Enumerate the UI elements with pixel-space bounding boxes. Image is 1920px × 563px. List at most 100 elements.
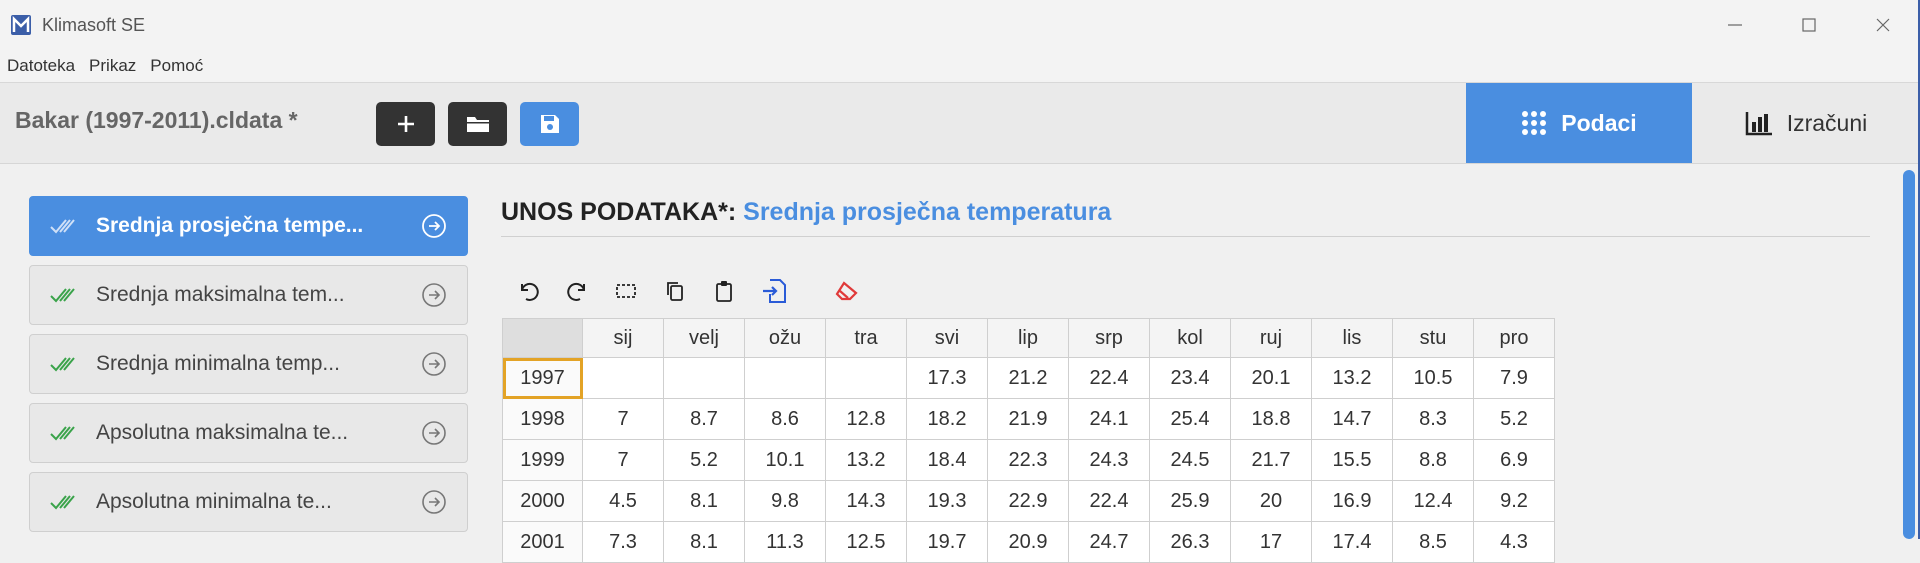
table-cell[interactable]: 7	[582, 398, 664, 440]
table-cell[interactable]	[744, 357, 826, 399]
table-cell[interactable]: 22.3	[987, 439, 1069, 481]
table-cell[interactable]: 8.3	[1392, 398, 1474, 440]
menu-datoteka[interactable]: Datoteka	[0, 56, 82, 76]
table-cell[interactable]: 22.4	[1068, 357, 1150, 399]
sidebar-item-srednja-minimalna[interactable]: Srednja minimalna temp...	[29, 334, 468, 394]
import-button[interactable]	[759, 276, 789, 306]
maximize-button[interactable]	[1772, 0, 1846, 50]
menu-pomoc[interactable]: Pomoć	[143, 56, 210, 76]
close-button[interactable]	[1846, 0, 1920, 50]
table-cell[interactable]: 14.3	[825, 480, 907, 522]
table-cell[interactable]: 5.2	[1473, 398, 1555, 440]
undo-button[interactable]	[514, 276, 544, 306]
clear-button[interactable]	[832, 276, 862, 306]
column-header[interactable]: velj	[663, 318, 745, 358]
table-cell[interactable]: 17.3	[906, 357, 988, 399]
table-cell[interactable]: 25.4	[1149, 398, 1231, 440]
table-cell[interactable]: 12.4	[1392, 480, 1474, 522]
table-cell[interactable]: 21.9	[987, 398, 1069, 440]
table-cell[interactable]: 18.2	[906, 398, 988, 440]
column-header[interactable]: pro	[1473, 318, 1555, 358]
table-cell[interactable]: 7	[582, 439, 664, 481]
table-cell[interactable]: 8.5	[1392, 521, 1474, 563]
column-header[interactable]: tra	[825, 318, 907, 358]
row-year-cell[interactable]: 2000	[502, 480, 583, 522]
table-cell[interactable]: 11.3	[744, 521, 826, 563]
table-cell[interactable]: 8.8	[1392, 439, 1474, 481]
table-cell[interactable]: 13.2	[1311, 357, 1393, 399]
open-file-button[interactable]	[448, 102, 507, 146]
redo-button[interactable]	[562, 276, 592, 306]
table-cell[interactable]: 17	[1230, 521, 1312, 563]
table-cell[interactable]: 18.8	[1230, 398, 1312, 440]
column-header[interactable]: ruj	[1230, 318, 1312, 358]
sidebar-item-apsolutna-minimalna[interactable]: Apsolutna minimalna te...	[29, 472, 468, 532]
copy-button[interactable]	[660, 276, 690, 306]
column-header[interactable]: svi	[906, 318, 988, 358]
table-cell[interactable]: 19.3	[906, 480, 988, 522]
column-header[interactable]: kol	[1149, 318, 1231, 358]
table-cell[interactable]: 4.5	[582, 480, 664, 522]
table-cell[interactable]: 4.3	[1473, 521, 1555, 563]
column-header[interactable]: lis	[1311, 318, 1393, 358]
column-header[interactable]: lip	[987, 318, 1069, 358]
table-cell[interactable]: 8.1	[663, 521, 745, 563]
table-cell[interactable]: 18.4	[906, 439, 988, 481]
table-cell[interactable]: 26.3	[1149, 521, 1231, 563]
table-cell[interactable]: 12.8	[825, 398, 907, 440]
row-year-cell[interactable]: 1999	[502, 439, 583, 481]
select-all-button[interactable]	[611, 276, 641, 306]
tab-izracuni[interactable]: Izračuni	[1692, 83, 1920, 163]
table-cell[interactable]: 8.7	[663, 398, 745, 440]
table-cell[interactable]: 13.2	[825, 439, 907, 481]
table-cell[interactable]: 10.5	[1392, 357, 1474, 399]
row-year-cell[interactable]: 2001	[502, 521, 583, 563]
table-cell[interactable]: 14.7	[1311, 398, 1393, 440]
table-cell[interactable]: 15.5	[1311, 439, 1393, 481]
table-cell[interactable]: 19.7	[906, 521, 988, 563]
sidebar-item-srednja-maksimalna[interactable]: Srednja maksimalna tem...	[29, 265, 468, 325]
table-cell[interactable]: 17.4	[1311, 521, 1393, 563]
table-cell[interactable]: 20	[1230, 480, 1312, 522]
table-cell[interactable]: 10.1	[744, 439, 826, 481]
table-cell[interactable]: 16.9	[1311, 480, 1393, 522]
sidebar-item-apsolutna-maksimalna[interactable]: Apsolutna maksimalna te...	[29, 403, 468, 463]
table-cell[interactable]: 12.5	[825, 521, 907, 563]
table-cell[interactable]: 22.4	[1068, 480, 1150, 522]
minimize-button[interactable]	[1698, 0, 1772, 50]
table-cell[interactable]: 8.6	[744, 398, 826, 440]
vertical-scrollbar[interactable]	[1903, 170, 1915, 539]
grid-corner[interactable]	[502, 318, 583, 358]
row-year-cell[interactable]: 1997	[502, 357, 583, 399]
table-cell[interactable]: 9.8	[744, 480, 826, 522]
table-cell[interactable]: 5.2	[663, 439, 745, 481]
sidebar-item-srednja-prosjecna[interactable]: Srednja prosječna tempe...	[29, 196, 468, 256]
table-cell[interactable]: 24.3	[1068, 439, 1150, 481]
menu-prikaz[interactable]: Prikaz	[82, 56, 143, 76]
new-file-button[interactable]	[376, 102, 435, 146]
table-cell[interactable]	[582, 357, 664, 399]
column-header[interactable]: srp	[1068, 318, 1150, 358]
column-header[interactable]: ožu	[744, 318, 826, 358]
tab-podaci[interactable]: Podaci	[1466, 83, 1692, 163]
column-header[interactable]: sij	[582, 318, 664, 358]
table-cell[interactable]: 9.2	[1473, 480, 1555, 522]
table-cell[interactable]: 24.1	[1068, 398, 1150, 440]
table-cell[interactable]	[663, 357, 745, 399]
table-cell[interactable]: 20.1	[1230, 357, 1312, 399]
table-cell[interactable]: 21.2	[987, 357, 1069, 399]
table-cell[interactable]: 24.7	[1068, 521, 1150, 563]
column-header[interactable]: stu	[1392, 318, 1474, 358]
paste-button[interactable]	[709, 276, 739, 306]
table-cell[interactable]: 25.9	[1149, 480, 1231, 522]
table-cell[interactable]: 22.9	[987, 480, 1069, 522]
table-cell[interactable]: 21.7	[1230, 439, 1312, 481]
table-cell[interactable]: 8.1	[663, 480, 745, 522]
table-cell[interactable]: 7.9	[1473, 357, 1555, 399]
table-cell[interactable]	[825, 357, 907, 399]
table-cell[interactable]: 7.3	[582, 521, 664, 563]
table-cell[interactable]: 20.9	[987, 521, 1069, 563]
table-cell[interactable]: 6.9	[1473, 439, 1555, 481]
save-file-button[interactable]	[520, 102, 579, 146]
table-cell[interactable]: 23.4	[1149, 357, 1231, 399]
